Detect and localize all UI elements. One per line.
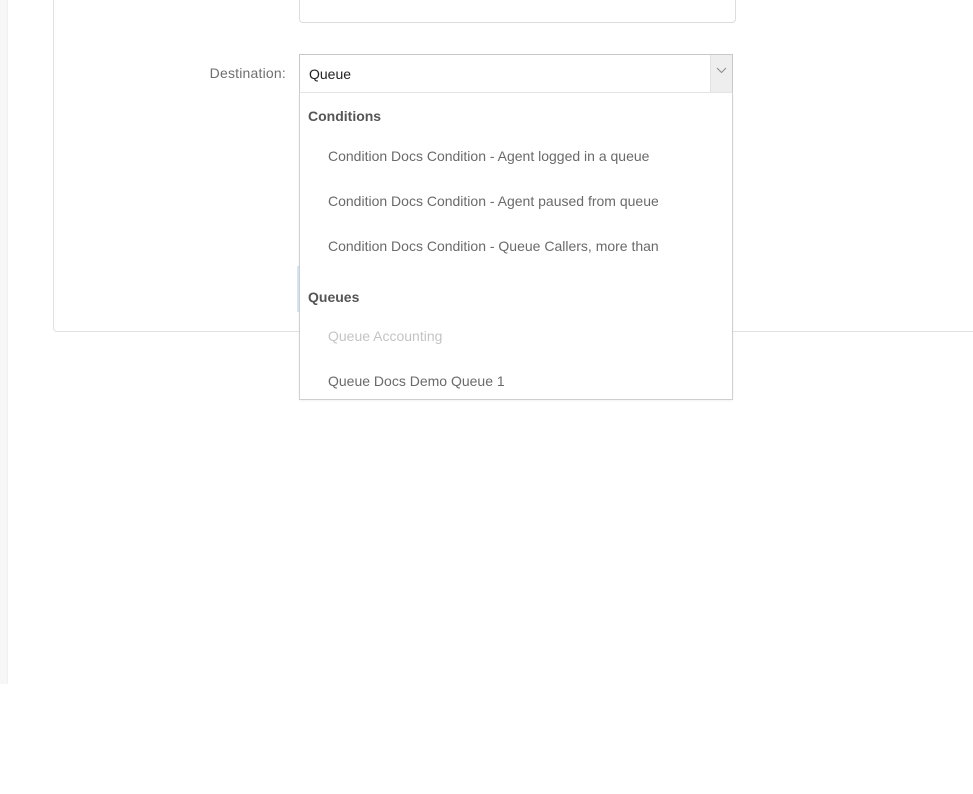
option-condition-queue-callers[interactable]: Condition Docs Condition - Queue Callers… [328, 238, 659, 254]
destination-dropdown-list: Conditions Condition Docs Condition - Ag… [299, 93, 733, 400]
option-queue-docs-demo-queue-1[interactable]: Queue Docs Demo Queue 1 [328, 373, 505, 389]
destination-label: Destination: [209, 65, 286, 81]
left-rail [0, 0, 8, 684]
option-condition-agent-paused[interactable]: Condition Docs Condition - Agent paused … [328, 193, 659, 209]
select-arrow-button[interactable] [710, 55, 732, 92]
optgroup-queues: Queues [308, 289, 360, 305]
destination-select[interactable]: Queue [299, 54, 733, 93]
chevron-down-icon [716, 67, 727, 74]
option-condition-agent-logged-in[interactable]: Condition Docs Condition - Agent logged … [328, 148, 649, 164]
destination-select-value: Queue [309, 66, 352, 82]
option-queue-accounting: Queue Accounting [328, 328, 443, 344]
optgroup-conditions: Conditions [308, 108, 382, 124]
previous-input-field[interactable] [299, 0, 736, 23]
page: Destination: Queue Conditions Condition … [0, 0, 973, 794]
